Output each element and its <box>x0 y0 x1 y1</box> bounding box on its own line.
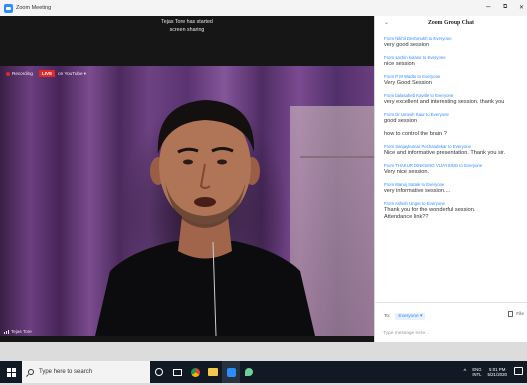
message-text: nice session <box>384 61 415 67</box>
language-line2: INTL <box>472 372 482 377</box>
message-text: very good session <box>384 42 430 48</box>
chat-message: From Dr Umesh Kaur to Everyone good sess… <box>384 112 527 125</box>
signal-strength-icon <box>4 329 9 334</box>
chevron-down-icon[interactable]: ⌄ <box>384 19 389 26</box>
chat-message-input[interactable] <box>383 328 518 338</box>
close-button[interactable]: ✕ <box>519 4 524 11</box>
message-text: very informative session.... <box>384 188 451 194</box>
live-badge: LIVE <box>38 70 56 77</box>
zoom-taskbar-icon[interactable] <box>222 361 240 383</box>
taskbar-area: Type here to search ^ ENG INTL 5:01 PM 5… <box>0 342 527 385</box>
windows-logo-icon <box>6 367 16 377</box>
paint-icon[interactable] <box>240 361 258 383</box>
chat-message: From THAKUR DINKSING VIJAYSING to Everyo… <box>384 163 527 176</box>
participant-video: Recording LIVE on YouTube ▾ Tejas Tore <box>0 66 374 336</box>
chat-message: From Ashish Ungre to Everyone Thank you … <box>384 201 527 221</box>
message-text: Nice and informative presentation. Thank… <box>384 150 506 156</box>
zoom-logo-icon <box>4 3 13 13</box>
participant-name: Tejas Tore <box>11 329 32 334</box>
search-placeholder: Type here to search <box>39 369 93 375</box>
chat-footer: To: Everyone ▾ File <box>375 302 527 342</box>
message-text: Very Good Session <box>384 80 432 86</box>
system-clock[interactable]: 5:01 PM 5/21/2020 <box>487 367 507 377</box>
recipient-dropdown[interactable]: Everyone ▾ <box>395 313 426 320</box>
recording-label: Recording <box>12 71 33 76</box>
search-icon <box>28 369 34 375</box>
message-text: good session <box>384 118 417 124</box>
notification-center-icon[interactable] <box>514 367 523 375</box>
message-text-line2: Attendance link?? <box>384 214 429 220</box>
window-title: Zoom Meeting <box>16 5 52 11</box>
chat-message: From P M Wadte to Everyone Very Good Ses… <box>384 74 527 87</box>
recording-indicator: Recording LIVE on YouTube ▾ <box>6 70 86 77</box>
file-label: File <box>516 311 524 317</box>
recording-dot-icon <box>6 71 10 76</box>
tray-expand-icon[interactable]: ^ <box>464 369 467 375</box>
file-icon <box>508 311 514 317</box>
chat-header: ⌄ Zoom Group Chat <box>375 16 527 30</box>
clock-date: 5/21/2020 <box>487 372 507 377</box>
chat-message: From Sanjaykumar Pechandekar to Everyone… <box>384 144 527 157</box>
share-banner-line2: screen sharing <box>169 27 205 33</box>
message-text: how to control the brain ? <box>384 131 447 137</box>
start-button[interactable] <box>0 361 22 383</box>
message-text: Thank you for the wonderful session. <box>384 207 476 213</box>
to-label: To: <box>384 314 391 319</box>
chat-message: From Manoj Satale to Everyone very infor… <box>384 182 527 195</box>
screen-share-banner: Tejas Tore has started screen sharing <box>140 18 234 34</box>
participant-name-tag: Tejas Tore <box>4 329 32 334</box>
chat-message: From sachin kolane to Everyone nice sess… <box>384 55 527 68</box>
cortana-icon[interactable] <box>150 361 168 383</box>
video-area: Tejas Tore has started screen sharing Re… <box>0 16 374 342</box>
minimize-button[interactable]: – <box>486 2 490 11</box>
chrome-icon[interactable] <box>186 361 204 383</box>
window-titlebar: Zoom Meeting – ⧉ ✕ <box>0 0 527 16</box>
language-indicator[interactable]: ENG INTL <box>472 367 481 377</box>
file-button[interactable]: File <box>508 311 524 317</box>
youtube-live-dropdown[interactable]: on YouTube ▾ <box>58 71 86 77</box>
chat-message: From Nikhil Deshmukh to Everyone very go… <box>384 36 527 49</box>
system-tray: ^ ENG INTL 5:01 PM 5/21/2020 <box>464 361 507 383</box>
message-text: very excellent and interesting session. … <box>384 99 505 105</box>
chat-panel: ⌄ Zoom Group Chat From Nikhil Deshmukh t… <box>374 16 527 342</box>
chat-message-list: From Nikhil Deshmukh to Everyone very go… <box>375 30 527 221</box>
windows-taskbar: Type here to search ^ ENG INTL 5:01 PM 5… <box>0 361 527 383</box>
recipient-row: To: Everyone ▾ <box>384 313 426 320</box>
message-text: Very nice session. <box>384 169 430 175</box>
chat-title: Zoom Group Chat <box>428 20 474 26</box>
restore-button[interactable]: ⧉ <box>503 4 507 11</box>
taskbar-search-box[interactable]: Type here to search <box>22 361 150 383</box>
file-explorer-icon[interactable] <box>204 361 222 383</box>
share-banner-line1: Tejas Tore has started <box>161 19 213 25</box>
speaker-figure <box>95 100 315 336</box>
task-view-icon[interactable] <box>168 361 186 383</box>
chat-message: From balasaheb Kavitle to Everyone very … <box>384 93 527 106</box>
chat-message: how to control the brain ? <box>384 131 527 138</box>
